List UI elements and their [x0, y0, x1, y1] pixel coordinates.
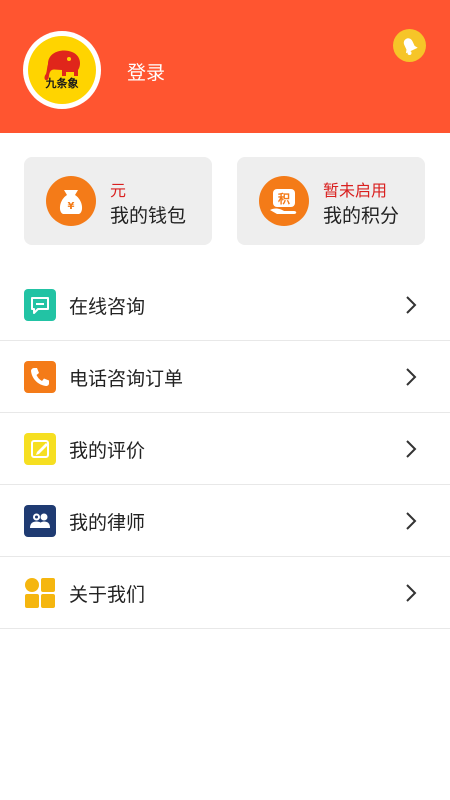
menu-item-my-lawyers[interactable]: 我的律师 — [0, 485, 450, 557]
chevron-right-icon — [403, 367, 419, 387]
menu-item-label: 我的律师 — [69, 512, 146, 534]
menu-item-phone-orders[interactable]: 电话咨询订单 — [0, 341, 450, 413]
menu-item-about-us[interactable]: 关于我们 — [0, 557, 450, 629]
login-link[interactable]: 登录 — [127, 58, 165, 85]
chevron-right-icon — [403, 439, 419, 459]
profile-header: 九条象 登录 — [0, 0, 450, 133]
chevron-right-icon — [403, 295, 419, 315]
svg-text:¥: ¥ — [68, 201, 75, 212]
edit-icon — [24, 433, 56, 465]
grid-icon — [24, 577, 56, 609]
chevron-right-icon — [403, 583, 419, 603]
phone-icon — [24, 361, 56, 393]
wallet-label: 我的钱包 — [110, 205, 187, 227]
money-bag-icon: ¥ — [46, 176, 96, 226]
menu-item-my-reviews[interactable]: 我的评价 — [0, 413, 450, 485]
menu-item-online-consult[interactable]: 在线咨询 — [0, 269, 450, 341]
brand-text: 九条象 — [45, 77, 79, 90]
menu-item-label: 在线咨询 — [69, 296, 146, 318]
points-label: 我的积分 — [323, 205, 400, 227]
avatar[interactable]: 九条象 — [23, 31, 101, 109]
wallet-card[interactable]: ¥ 元 我的钱包 — [24, 157, 212, 245]
menu-list: 在线咨询 电话咨询订单 我的评价 我的律师 关于我们 — [0, 269, 450, 629]
people-icon — [24, 505, 56, 537]
svg-text:积: 积 — [278, 191, 290, 206]
menu-item-label: 我的评价 — [69, 440, 146, 462]
chevron-right-icon — [403, 511, 419, 531]
points-icon: 积 — [259, 176, 309, 226]
points-status: 暂未启用 — [323, 181, 388, 200]
points-card[interactable]: 积 暂未启用 我的积分 — [237, 157, 425, 245]
wallet-balance: 元 — [110, 181, 127, 200]
elephant-logo-icon — [28, 36, 96, 104]
menu-item-label: 电话咨询订单 — [69, 368, 184, 390]
notification-bell-icon[interactable] — [393, 29, 426, 62]
profile-page: 九条象 登录 ¥ 元 我的钱包 积 暂未启用 我的积分 在线咨询 电话咨询订单 … — [0, 0, 450, 800]
menu-item-label: 关于我们 — [69, 584, 146, 606]
chat-icon — [24, 289, 56, 321]
